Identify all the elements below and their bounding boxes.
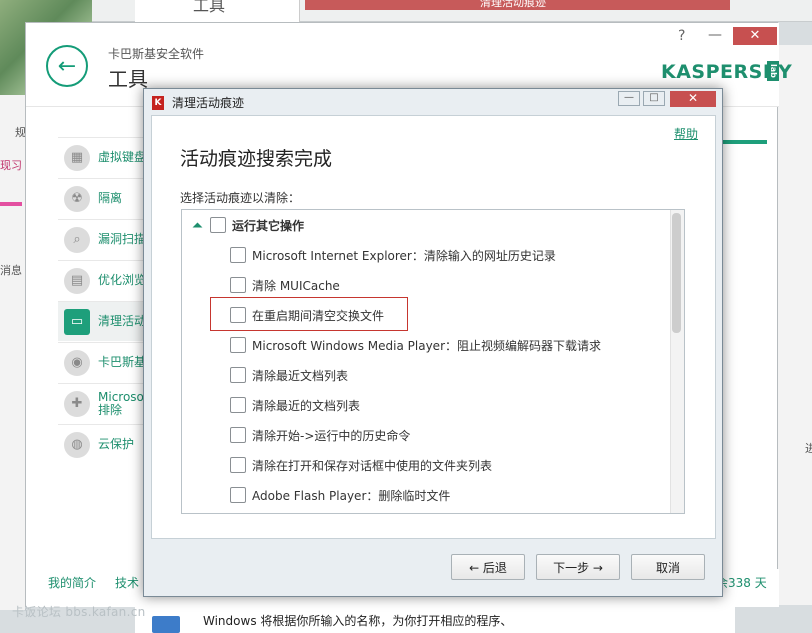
- back-arrow-icon: ←: [57, 53, 77, 79]
- list-item-label: 清除开始->运行中的历史命令: [252, 428, 411, 443]
- sidebar-item-label: 优化浏览: [98, 273, 147, 287]
- privacy-cleaner-dialog: K 清理活动痕迹 — □ ✕ 帮助 活动痕迹搜索完成 选择活动痕迹以清除： 运行…: [143, 88, 723, 597]
- dialog-subheading: 选择活动痕迹以清除：: [180, 191, 301, 205]
- list-item[interactable]: Microsoft Internet Explorer：清除输入的网址历史记录: [230, 243, 556, 267]
- list-item[interactable]: 清除最近文档列表: [230, 363, 348, 387]
- list-item-label: 清除在打开和保存对话框中使用的文件夹列表: [252, 458, 493, 473]
- list-item[interactable]: Microsoft Windows Media Player：阻止视频编解码器下…: [230, 333, 601, 357]
- list-item[interactable]: 清除开始->运行中的历史命令: [230, 423, 410, 447]
- lifebuoy-icon: ✚: [64, 390, 90, 417]
- back-button[interactable]: ←: [46, 45, 88, 87]
- list-item[interactable]: 清除在打开和保存对话框中使用的文件夹列表: [230, 453, 492, 477]
- license-days-link[interactable]: 余338 天: [716, 574, 767, 591]
- list-item[interactable]: 清除 MUICache: [230, 273, 340, 297]
- biohazard-icon: ☢: [64, 185, 90, 212]
- dialog-heading: 活动痕迹搜索完成: [180, 148, 333, 170]
- sidebar-item-label: 虚拟键盘: [98, 150, 147, 164]
- background-right-panel: [778, 45, 812, 605]
- list-item[interactable]: 清除最近的文档列表: [230, 393, 360, 417]
- list-item-label: 在重启期间清空交换文件: [252, 308, 385, 323]
- checkbox[interactable]: [230, 277, 246, 293]
- checkbox[interactable]: [230, 427, 246, 443]
- help-link[interactable]: 帮助: [674, 125, 698, 142]
- group-label: 运行其它操作: [232, 218, 305, 233]
- dialog-minimize-button[interactable]: —: [618, 91, 640, 106]
- background-left-text: 现习: [0, 159, 22, 172]
- traces-list[interactable]: 运行其它操作 Microsoft Internet Explorer：清除输入的…: [181, 209, 685, 514]
- next-button[interactable]: 下一步 →: [536, 554, 620, 580]
- checkbox[interactable]: [230, 307, 246, 323]
- cancel-button[interactable]: 取消: [631, 554, 705, 580]
- list-item-label: 清除最近文档列表: [252, 368, 349, 383]
- checkbox[interactable]: [230, 397, 246, 413]
- expand-triangle-icon[interactable]: [192, 222, 203, 233]
- list-item[interactable]: 在重启期间清空交换文件: [230, 303, 384, 327]
- close-button[interactable]: ✕: [733, 27, 777, 45]
- monitor-icon: ▭: [64, 308, 90, 335]
- minimize-button[interactable]: —: [703, 27, 727, 45]
- sidebar-item-label: 隔离: [98, 191, 123, 205]
- background-left-text: 消息: [0, 264, 22, 277]
- dialog-title: 清理活动痕迹: [172, 96, 245, 110]
- background-right-text: 进: [805, 442, 812, 455]
- disc-icon: ◉: [64, 349, 90, 376]
- list-item-label: Adobe Flash Player：删除临时文件: [252, 488, 451, 503]
- list-item-label: 清除最近的文档列表: [252, 398, 361, 413]
- list-group-row[interactable]: 运行其它操作: [210, 213, 304, 237]
- watermark: 卡饭论坛 bbs.kafan.cn: [12, 605, 146, 619]
- back-button[interactable]: ← 后退: [451, 554, 525, 580]
- checkbox[interactable]: [210, 217, 226, 233]
- dialog-maximize-button[interactable]: □: [643, 91, 665, 106]
- dialog-close-button[interactable]: ✕: [670, 91, 716, 107]
- page-title: 工具: [108, 67, 148, 91]
- list-item-label: 清除 MUICache: [252, 278, 340, 293]
- background-tool-card: 工具: [135, 0, 300, 22]
- checkbox[interactable]: [230, 457, 246, 473]
- sidebar-item-label: 漏洞扫描: [98, 232, 147, 246]
- right-panel-accent: [722, 140, 767, 144]
- tech-support-link[interactable]: 技术: [115, 574, 139, 591]
- sidebar-item-label: Microsof 排除: [98, 389, 149, 417]
- help-icon[interactable]: ?: [678, 28, 685, 44]
- list-item-label: Microsoft Windows Media Player：阻止视频编解码器下…: [252, 338, 602, 353]
- scrollbar-thumb[interactable]: [672, 213, 681, 333]
- list-item-label: Microsoft Internet Explorer：清除输入的网址历史记录: [252, 248, 556, 263]
- sidebar-item-label: 卡巴斯基: [98, 355, 147, 369]
- background-left-bar: [0, 202, 22, 206]
- windows-icon: [152, 616, 180, 633]
- kaspersky-logo-lab: lab: [767, 61, 779, 81]
- kaspersky-k-icon: K: [152, 96, 164, 110]
- browser-icon: ▤: [64, 267, 90, 294]
- checkbox[interactable]: [230, 367, 246, 383]
- checkbox[interactable]: [230, 487, 246, 503]
- globe-icon: ◍: [64, 431, 90, 458]
- list-item[interactable]: Adobe Flash Player：删除临时文件: [230, 483, 450, 507]
- magnifier-icon: ⌕: [64, 226, 90, 253]
- keyboard-icon: ▦: [64, 144, 90, 171]
- sidebar-item-label: 清理活动: [98, 314, 147, 328]
- product-name: 卡巴斯基安全软件: [108, 47, 205, 61]
- sidebar-item-label: 云保护: [98, 437, 135, 451]
- background-card-title: 工具: [193, 0, 226, 15]
- checkbox[interactable]: [230, 247, 246, 263]
- taskbar-tip-text: Windows 将根据你所输入的名称，为你打开相应的程序、: [203, 614, 513, 628]
- background-titlebar-text: 清理活动痕迹: [480, 0, 546, 9]
- my-profile-link[interactable]: 我的简介: [48, 574, 96, 591]
- checkbox[interactable]: [230, 337, 246, 353]
